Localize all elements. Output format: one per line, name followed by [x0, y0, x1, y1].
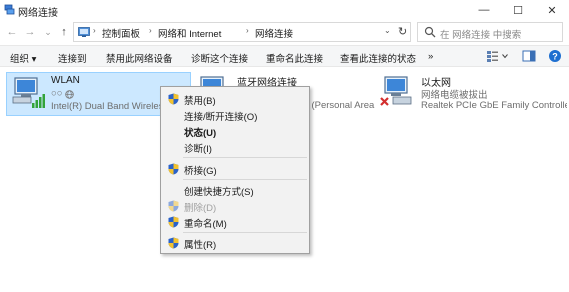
menu-item-diagnose[interactable]: 诊断(I): [163, 139, 307, 155]
address-history-dropdown[interactable]: ⌄: [384, 26, 391, 35]
menu-item-delete: 删除(D): [163, 198, 307, 214]
preview-pane-icon[interactable]: [522, 49, 536, 63]
more-commands-button[interactable]: »: [428, 51, 433, 62]
up-button[interactable]: ↑: [56, 24, 72, 40]
diagnose-button[interactable]: 诊断这个连接: [191, 51, 248, 65]
menu-item-status[interactable]: 状态(U): [163, 123, 307, 139]
menu-item-bridge[interactable]: 桥接(G): [163, 161, 307, 177]
rename-button[interactable]: 重命名此连接: [266, 51, 323, 65]
minimize-button[interactable]: —: [467, 0, 501, 20]
menu-item-label: 删除(D): [184, 203, 217, 214]
menu-separator: [183, 232, 307, 233]
connection-name: WLAN: [51, 75, 80, 86]
menu-item-connect-disconnect[interactable]: 连接/断开连接(O): [163, 107, 307, 123]
search-placeholder: 在 网络连接 中搜索: [440, 30, 522, 41]
menu-item-label: 重命名(M): [184, 219, 227, 230]
network-globe-icon: [65, 90, 74, 99]
view-options-dropdown-icon[interactable]: [502, 53, 508, 59]
uac-shield-icon: [168, 200, 179, 212]
control-panel-icon: [78, 27, 90, 37]
menu-item-rename[interactable]: 重命名(M): [163, 214, 307, 230]
change-view-icon[interactable]: [486, 49, 500, 63]
uac-shield-icon: [168, 93, 179, 105]
disable-device-button[interactable]: 禁用此网络设备: [106, 51, 173, 65]
search-box[interactable]: 在 网络连接 中搜索: [417, 22, 563, 42]
menu-item-create-shortcut[interactable]: 创建快捷方式(S): [163, 182, 307, 198]
title-bar: 网络连接 — ☐ ✕: [0, 0, 569, 20]
back-button[interactable]: ←: [4, 24, 20, 40]
menu-item-label: 禁用(B): [184, 96, 216, 107]
wifi-adapter-icon: [12, 77, 45, 108]
connection-status: ○○: [51, 88, 63, 99]
command-bar: 组织 ▾ 连接到 禁用此网络设备 诊断这个连接 重命名此连接 查看此连接的状态 …: [0, 45, 569, 67]
menu-item-label: 属性(R): [184, 240, 217, 251]
uac-shield-icon: [168, 163, 179, 175]
maximize-button[interactable]: ☐: [501, 0, 535, 20]
window-title: 网络连接: [18, 8, 58, 19]
close-button[interactable]: ✕: [535, 0, 569, 20]
view-status-button[interactable]: 查看此连接的状态: [340, 51, 416, 65]
forward-button[interactable]: →: [22, 24, 38, 40]
search-icon: [424, 26, 436, 38]
connection-item-ethernet[interactable]: 以太网 网络电缆被拔出 Realtek PCIe GbE Family Cont…: [377, 72, 567, 116]
connection-status: 网络电缆被拔出: [421, 90, 488, 101]
menu-item-properties[interactable]: 属性(R): [163, 235, 307, 251]
ethernet-adapter-icon: [380, 76, 412, 106]
breadcrumb-network-internet[interactable]: 网络和 Internet: [158, 26, 221, 40]
address-row: ← → ⌄ ↑ › 控制面板 › 网络和 Internet › 网络连接 ⌄ ↻…: [0, 20, 569, 44]
breadcrumb-network-connections[interactable]: 网络连接: [255, 26, 293, 40]
recent-locations-button[interactable]: ⌄: [40, 24, 56, 40]
uac-shield-icon: [168, 237, 179, 249]
svg-text:?: ?: [552, 52, 558, 62]
menu-separator: [183, 157, 307, 158]
help-icon[interactable]: ?: [548, 49, 562, 63]
menu-separator: [183, 179, 307, 180]
breadcrumb-separator[interactable]: ›: [246, 26, 249, 35]
connect-to-button[interactable]: 连接到: [58, 51, 87, 65]
context-menu: 禁用(B) 连接/断开连接(O) 状态(U) 诊断(I) 桥接(G) 创建快捷方…: [160, 86, 310, 254]
breadcrumb-separator: ›: [93, 26, 96, 35]
organize-menu-button[interactable]: 组织 ▾: [10, 51, 36, 65]
address-bar[interactable]: › 控制面板 › 网络和 Internet › 网络连接 ⌄ ↻: [73, 22, 411, 42]
uac-shield-icon: [168, 216, 179, 228]
menu-item-label: 诊断(I): [184, 144, 212, 155]
refresh-icon[interactable]: ↻: [398, 25, 407, 38]
breadcrumb-separator[interactable]: ›: [149, 26, 152, 35]
menu-item-label: 桥接(G): [184, 166, 217, 177]
breadcrumb-control-panel[interactable]: 控制面板: [102, 26, 140, 40]
menu-item-label: 状态(U): [184, 128, 217, 139]
menu-item-disable[interactable]: 禁用(B): [163, 91, 307, 107]
connection-device: Realtek PCIe GbE Family Controller: [421, 100, 567, 111]
network-connections-icon: [4, 4, 15, 15]
menu-item-label: 连接/断开连接(O): [184, 112, 258, 123]
menu-item-label: 创建快捷方式(S): [184, 187, 254, 198]
